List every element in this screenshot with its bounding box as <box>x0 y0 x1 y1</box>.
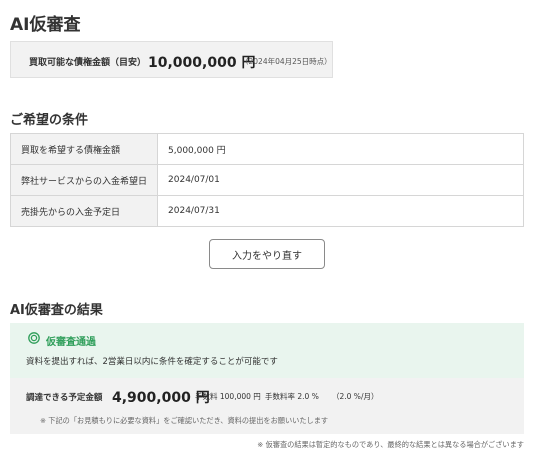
result-status-panel: 仮審査通過 資料を提出すれば、2営業日以内に条件を確定することが可能です <box>10 323 524 378</box>
condition-label: 売掛先からの入金予定日 <box>9 195 159 227</box>
redo-input-button[interactable]: 入力をやり直す <box>209 239 325 269</box>
fee-amount: 手数料 100,000 円 <box>195 392 261 401</box>
status-title: 仮審査通過 <box>46 337 96 348</box>
disclaimer-note: ※ 仮審査の結果は暫定的なものであり、最終的な結果とは異なる場合がございます <box>257 440 524 449</box>
page-title: AI仮審査 <box>10 15 81 35</box>
purchase-limit-box: 買取可能な債権金額（目安） 10,000,000 円 （2024年04月25日時… <box>10 41 333 78</box>
condition-label: 買取を希望する債権金額 <box>9 133 159 165</box>
amount-label: 調達できる予定金額 <box>26 393 103 403</box>
purchase-limit-label: 買取可能な債権金額（目安） <box>29 58 147 68</box>
table-row: 買取を希望する債権金額 5,000,000 円 <box>9 133 524 165</box>
circle-check-icon <box>28 332 40 344</box>
result-heading: AI仮審査の結果 <box>10 303 103 318</box>
conditions-heading: ご希望の条件 <box>10 113 89 128</box>
purchase-limit-date-note: （2024年04月25日時点） <box>241 57 332 66</box>
fee-rate-monthly: （2.0 %/月） <box>332 392 379 401</box>
table-row: 売掛先からの入金予定日 2024/07/31 <box>9 195 524 227</box>
condition-value: 2024/07/31 <box>157 195 524 227</box>
table-row: 弊社サービスからの入金希望日 2024/07/01 <box>9 164 524 196</box>
condition-value: 2024/07/01 <box>157 164 524 196</box>
result-amount-panel: 調達できる予定金額 4,900,000 円 手数料 100,000 円 手数料率… <box>10 378 524 434</box>
purchase-limit-value: 10,000,000 円 <box>148 55 256 71</box>
conditions-table: 買取を希望する債権金額 5,000,000 円 弊社サービスからの入金希望日 2… <box>9 133 524 227</box>
condition-label: 弊社サービスからの入金希望日 <box>9 164 159 196</box>
status-description: 資料を提出すれば、2営業日以内に条件を確定することが可能です <box>26 357 278 367</box>
documents-note: ※ 下記の「お見積もりに必要な資料」をご確認いただき、資料の提出をお願いいたしま… <box>40 416 329 425</box>
condition-value: 5,000,000 円 <box>157 133 524 165</box>
fee-rate: 手数料率 2.0 % <box>265 392 319 401</box>
